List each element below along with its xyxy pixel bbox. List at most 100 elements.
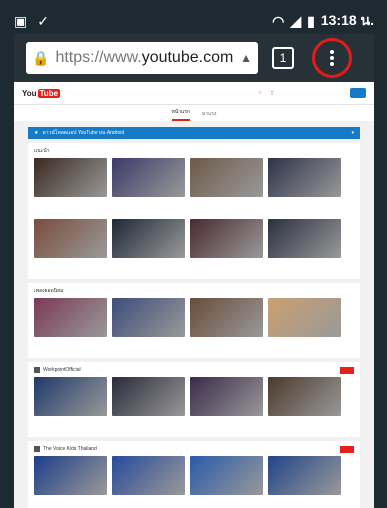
video-card[interactable] bbox=[268, 298, 341, 356]
video-thumbnail[interactable] bbox=[34, 456, 107, 495]
video-title[interactable] bbox=[268, 496, 341, 506]
video-meta bbox=[268, 348, 341, 356]
battery-icon: ▮ bbox=[307, 12, 315, 29]
video-title[interactable] bbox=[34, 338, 107, 348]
video-thumbnail[interactable] bbox=[34, 298, 107, 337]
video-title[interactable] bbox=[190, 338, 263, 348]
video-card[interactable] bbox=[268, 456, 341, 508]
tab-trending[interactable]: มาแรง bbox=[202, 110, 216, 121]
video-title[interactable] bbox=[190, 417, 263, 427]
section-title[interactable]: เพลงยอดนิยม bbox=[34, 287, 354, 295]
status-bar: ▣ ✓ ◠ ◢ ▮ 13:18 น. bbox=[14, 8, 374, 34]
video-meta bbox=[112, 348, 185, 356]
video-thumbnail[interactable] bbox=[112, 158, 185, 197]
video-meta bbox=[190, 427, 263, 435]
video-meta bbox=[34, 208, 107, 216]
video-card[interactable] bbox=[112, 219, 185, 277]
video-section: WorkpointOfficial bbox=[28, 362, 360, 437]
video-card[interactable] bbox=[34, 219, 107, 277]
video-thumbnail[interactable] bbox=[190, 298, 263, 337]
video-card[interactable] bbox=[190, 219, 263, 277]
youtube-nav: หน้าแรก มาแรง bbox=[14, 105, 374, 121]
video-title[interactable] bbox=[190, 198, 263, 208]
video-card[interactable] bbox=[34, 377, 107, 435]
video-meta bbox=[268, 269, 341, 277]
url-text: https://www.youtube.com bbox=[55, 49, 234, 66]
video-card[interactable] bbox=[190, 377, 263, 435]
overflow-menu-button[interactable] bbox=[312, 38, 352, 78]
video-card[interactable] bbox=[34, 298, 107, 356]
video-title[interactable] bbox=[268, 417, 341, 427]
video-title[interactable] bbox=[268, 338, 341, 348]
search-icon[interactable]: ○ bbox=[258, 90, 262, 96]
video-card[interactable] bbox=[34, 456, 107, 508]
video-title[interactable] bbox=[268, 259, 341, 269]
video-thumbnail[interactable] bbox=[268, 456, 341, 495]
tab-switcher-button[interactable]: 1 bbox=[272, 47, 294, 69]
video-title[interactable] bbox=[112, 417, 185, 427]
section-title[interactable]: The Voice Kids Thailand bbox=[34, 445, 354, 453]
video-thumbnail[interactable] bbox=[190, 377, 263, 416]
video-thumbnail[interactable] bbox=[268, 298, 341, 337]
upload-icon[interactable]: ⇧ bbox=[270, 90, 275, 97]
subscribe-button[interactable] bbox=[340, 366, 354, 374]
video-card[interactable] bbox=[268, 158, 341, 216]
video-title[interactable] bbox=[112, 496, 185, 506]
video-title[interactable] bbox=[190, 496, 263, 506]
video-card[interactable] bbox=[34, 158, 107, 216]
video-title[interactable] bbox=[112, 198, 185, 208]
video-title[interactable] bbox=[34, 259, 107, 269]
video-thumbnail[interactable] bbox=[112, 456, 185, 495]
video-thumbnail[interactable] bbox=[112, 298, 185, 337]
chevron-down-icon[interactable]: ▾ bbox=[351, 130, 354, 136]
video-title[interactable] bbox=[34, 417, 107, 427]
video-thumbnail[interactable] bbox=[190, 158, 263, 197]
video-meta bbox=[34, 269, 107, 277]
android-icon[interactable]: ▲ bbox=[240, 51, 252, 65]
video-meta bbox=[112, 208, 185, 216]
video-card[interactable] bbox=[112, 456, 185, 508]
video-thumbnail[interactable] bbox=[112, 377, 185, 416]
video-thumbnail[interactable] bbox=[268, 219, 341, 258]
video-title[interactable] bbox=[34, 496, 107, 506]
video-card[interactable] bbox=[190, 158, 263, 216]
app-banner[interactable]: ★ ดาวน์โหลดแอป YouTube บน Android ▾ bbox=[28, 127, 360, 139]
section-title[interactable]: WorkpointOfficial bbox=[34, 366, 354, 374]
video-card[interactable] bbox=[112, 158, 185, 216]
video-thumbnail[interactable] bbox=[268, 377, 341, 416]
channel-avatar-icon bbox=[34, 367, 40, 373]
video-title[interactable] bbox=[112, 338, 185, 348]
video-card[interactable] bbox=[190, 456, 263, 508]
video-title[interactable] bbox=[190, 259, 263, 269]
video-thumbnail[interactable] bbox=[34, 377, 107, 416]
youtube-header: You Tube ○ ⇧ bbox=[14, 82, 374, 105]
video-title[interactable] bbox=[34, 198, 107, 208]
status-time: 13:18 น. bbox=[320, 12, 374, 28]
video-card[interactable] bbox=[268, 377, 341, 435]
video-card[interactable] bbox=[190, 298, 263, 356]
three-dots-icon bbox=[330, 48, 334, 68]
video-title[interactable] bbox=[112, 259, 185, 269]
video-thumbnail[interactable] bbox=[268, 158, 341, 197]
video-title[interactable] bbox=[268, 198, 341, 208]
video-thumbnail[interactable] bbox=[34, 219, 107, 258]
video-card[interactable] bbox=[112, 377, 185, 435]
video-thumbnail[interactable] bbox=[190, 219, 263, 258]
video-thumbnail[interactable] bbox=[112, 219, 185, 258]
youtube-logo[interactable]: You Tube bbox=[22, 88, 61, 98]
video-card[interactable] bbox=[268, 219, 341, 277]
subscribe-button[interactable] bbox=[340, 445, 354, 453]
video-meta bbox=[190, 269, 263, 277]
video-section: The Voice Kids Thailand bbox=[28, 441, 360, 508]
video-section: เพลงยอดนิยม bbox=[28, 283, 360, 358]
video-thumbnail[interactable] bbox=[190, 456, 263, 495]
section-title[interactable]: แนะนำ bbox=[34, 147, 354, 155]
sign-in-button[interactable] bbox=[349, 88, 366, 98]
video-card[interactable] bbox=[112, 298, 185, 356]
video-meta bbox=[34, 348, 107, 356]
video-thumbnail[interactable] bbox=[34, 158, 107, 197]
url-field[interactable]: 🔒 https://www.youtube.com ▲ bbox=[26, 42, 258, 74]
tab-home[interactable]: หน้าแรก bbox=[171, 108, 190, 121]
video-sections: แนะนำเพลงยอดนิยม WorkpointOfficial The Vo… bbox=[14, 143, 374, 508]
search-box[interactable] bbox=[78, 89, 258, 97]
